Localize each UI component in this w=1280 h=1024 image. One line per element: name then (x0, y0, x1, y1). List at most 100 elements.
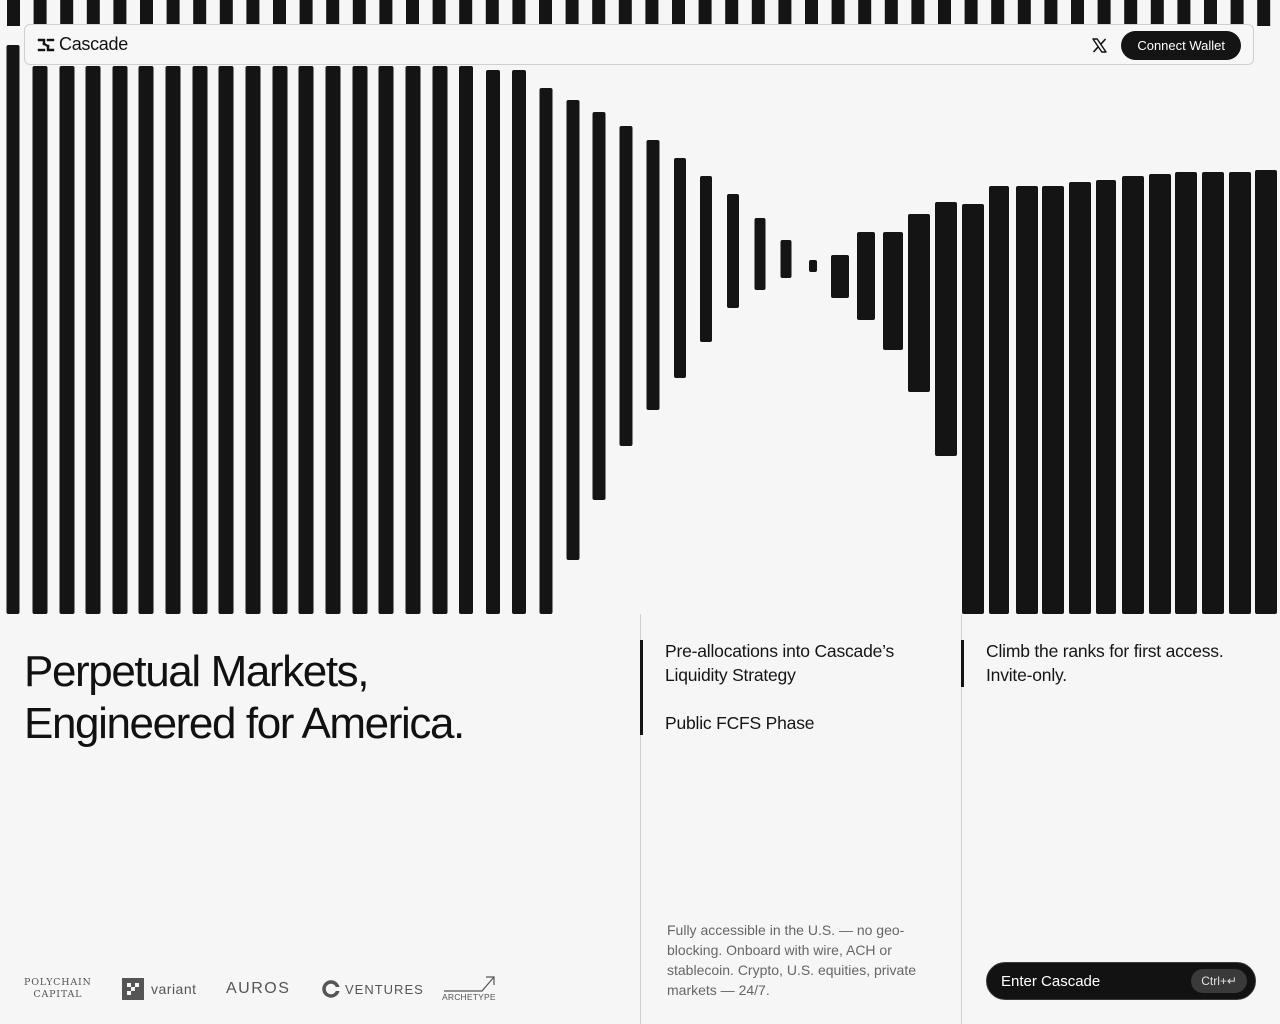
hero-stripe (883, 232, 903, 350)
hero-stripe (59, 66, 75, 614)
hero-stripe-top (1204, 0, 1217, 26)
hero-stripe (1016, 186, 1038, 614)
hero-stripe-top (246, 0, 260, 26)
hero-stripe (780, 240, 792, 278)
hero-stripe-top (751, 0, 765, 26)
hero-stripe-top (539, 0, 552, 26)
hero-stripe-top (86, 0, 100, 26)
hero-stripe (325, 66, 341, 614)
polychain-capital-logo: POLYCHAIN CAPITAL (24, 974, 92, 1004)
hero-stripe-top (645, 0, 659, 26)
hero-stripe (6, 45, 20, 614)
hero-stripe-top (884, 0, 898, 26)
hero-stripe (566, 100, 580, 560)
hero-stripe (539, 88, 553, 614)
hero-stripe-top (1150, 0, 1164, 26)
page-title: Perpetual Markets, Engineered for Americ… (24, 646, 465, 750)
hero-stripe-top (485, 0, 499, 26)
cascade-logo-icon (37, 38, 55, 51)
variant-mark-icon (122, 978, 144, 1000)
hero-stripe (192, 66, 208, 614)
ventures-circle-icon (322, 980, 340, 998)
hero-stripe-top (592, 0, 606, 26)
hero-stripe (1255, 170, 1277, 614)
hero-stripe (272, 66, 288, 614)
ventures-logo: VENTURES (322, 974, 424, 1004)
hero-stripe-top (1044, 0, 1058, 26)
hero-stripe (405, 66, 421, 614)
polychain-line-1: POLYCHAIN (24, 977, 92, 988)
variant-wordmark: variant (151, 981, 197, 997)
hero-stripe (298, 66, 314, 614)
hero-stripe-top (193, 0, 207, 26)
hero-stripe (1096, 180, 1116, 614)
liquidity-column: Pre-allocations into Cascade’s Liquidity… (640, 614, 961, 1024)
column-accent-bar (961, 640, 964, 687)
hero-stripe-top (352, 0, 366, 26)
hero-stripe (831, 255, 849, 298)
brand-logo[interactable]: Cascade (37, 34, 128, 55)
hero-stripe-top (1017, 0, 1031, 26)
hero-stripe-top (60, 0, 74, 26)
hero-stripe (459, 66, 473, 614)
hero-stripe-top (140, 0, 153, 26)
hero-stripe-top (379, 0, 393, 26)
keyboard-shortcut-badge: Ctrl+↵ (1191, 969, 1247, 993)
x-social-link[interactable] (1089, 34, 1109, 56)
hero-stripe-top (406, 0, 419, 26)
hero-stripe (245, 66, 261, 614)
hero-stripe-top (1257, 0, 1271, 26)
hero-stripe-top (1177, 0, 1191, 26)
hero-stripe-top (273, 0, 286, 26)
x-logo-icon (1091, 37, 1107, 53)
hero-stripe-top (7, 0, 20, 26)
hero-stripe (989, 186, 1009, 614)
hero-stripe (962, 204, 984, 614)
access-column: Climb the ranks for first access. Invite… (961, 614, 1280, 1024)
hero-stripe-top (432, 0, 446, 26)
polychain-line-2: CAPITAL (33, 989, 83, 1000)
auros-logo: AUROS (226, 974, 290, 1004)
hero-stripe (218, 66, 234, 614)
hero-stripe (1122, 176, 1144, 614)
climb-ranks-text: Climb the ranks for first access. Invite… (986, 641, 1224, 685)
hero-stripe (674, 158, 686, 378)
hero-stripe-top (964, 0, 978, 26)
variant-logo: variant (122, 974, 197, 1004)
hero-stripe-top (672, 0, 685, 26)
phase-label: Public FCFS Phase (665, 713, 815, 733)
archetype-wordmark: ARCHETYPE (442, 992, 496, 1002)
hero-stripe (908, 214, 930, 392)
hero-stripe (378, 66, 394, 614)
title-line-1: Perpetual Markets, (24, 647, 369, 696)
hero-stripe (809, 260, 817, 272)
enter-cascade-button[interactable]: Enter Cascade Ctrl+↵ (986, 962, 1256, 1000)
prealloc-heading: Pre-allocations into Cascade’s Liquidity… (665, 641, 895, 685)
hero-stripe-top (166, 0, 180, 26)
title-line-2: Engineered for America. (24, 699, 465, 748)
column-accent-bar (640, 640, 643, 735)
hero-stripe-top (512, 0, 526, 26)
hero-stripe-top (991, 0, 1005, 26)
hero-text-section: Perpetual Markets, Engineered for Americ… (0, 614, 640, 1024)
hero-stripe (32, 66, 48, 614)
hero-stripe (352, 66, 368, 614)
hero-stripe (138, 66, 154, 614)
hero-stripe (754, 218, 766, 290)
hero-stripe-top (1071, 0, 1084, 26)
connect-wallet-button[interactable]: Connect Wallet (1121, 31, 1241, 60)
hero-stripe (727, 194, 739, 308)
hero-stripe-top (618, 0, 632, 26)
hero-stripe (646, 140, 660, 410)
hero-stripe-top (459, 0, 473, 26)
auros-wordmark: AUROS (226, 980, 291, 997)
hero-artwork (0, 0, 1280, 614)
hero-stripe-top (1124, 0, 1138, 26)
hero-stripe (619, 126, 633, 446)
hero-stripe-top (113, 0, 127, 26)
hero-stripe (165, 66, 181, 614)
hero-stripe-top (33, 0, 47, 26)
hero-stripe-top (778, 0, 792, 26)
hero-stripe-top (938, 0, 951, 26)
hero-stripe (112, 66, 128, 614)
